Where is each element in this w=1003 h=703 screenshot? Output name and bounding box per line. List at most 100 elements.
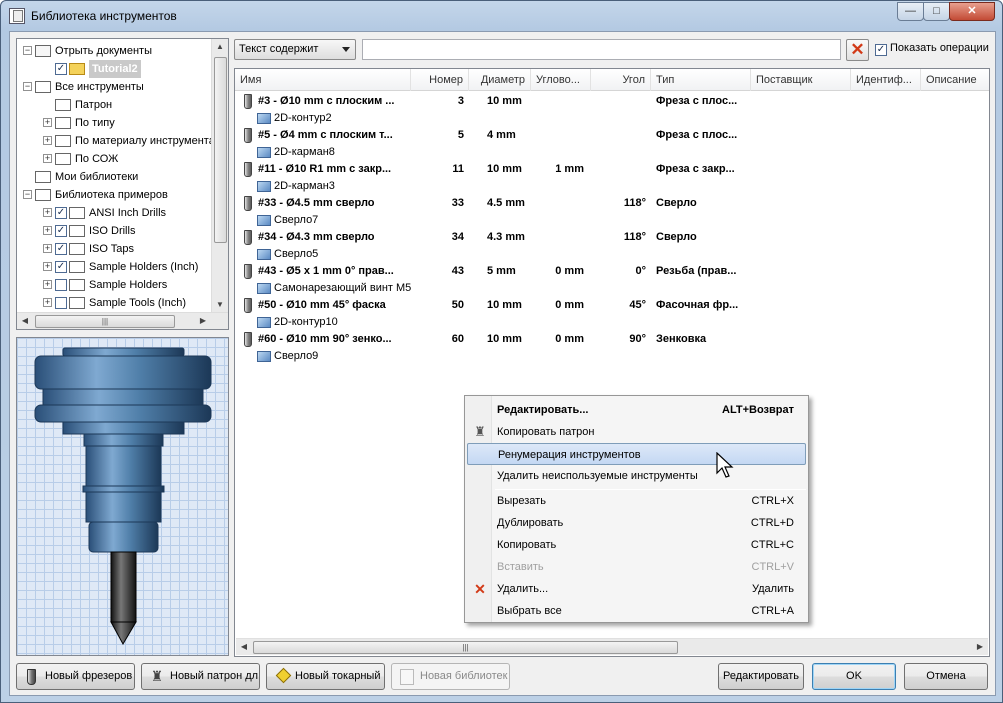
tree-checkbox[interactable] [55,297,67,309]
context-menu[interactable]: Редактировать... ALT+Возврат ♜ Копировать п… [464,395,809,623]
list-horizontal-scrollbar[interactable]: ◀ ||| ▶ [236,638,988,655]
filter-mode-dropdown[interactable]: Текст содержит [234,39,356,60]
tool-row[interactable]: #50 - Ø10 mm 45° фаска 50 10 mm 0 mm 45° Фасо… [235,297,989,314]
menu-item[interactable]: Удалить неиспользуемые инструменты [467,465,806,487]
tool-name-cell: #3 - Ø10 mm с плоским ... [258,95,395,107]
scroll-thumb[interactable] [214,57,227,243]
operation-row[interactable]: Сверло5 [235,246,989,263]
maximize-button[interactable]: □ [923,2,950,21]
cancel-button[interactable]: Отмена [904,663,988,690]
clear-filter-button[interactable]: ✕ [846,39,869,61]
edit-button[interactable]: Редактировать [718,663,804,690]
column-header[interactable]: Поставщик [751,69,851,91]
tree-checkbox[interactable]: ✓ [55,63,67,75]
tree-vertical-scrollbar[interactable]: ▲ ▼ [211,39,228,313]
column-header[interactable]: Диаметр [469,69,531,91]
chevron-down-icon [342,47,350,52]
expand-icon[interactable]: + [43,136,52,145]
tool-row[interactable]: #34 - Ø4.3 mm сверло 34 4.3 mm 118° Сверло [235,229,989,246]
tool-name-cell: #34 - Ø4.3 mm сверло [258,231,375,243]
expand-icon[interactable]: + [43,208,52,217]
scroll-thumb[interactable]: ||| [35,315,175,328]
holder-icon: ♜ [474,424,486,439]
expand-icon[interactable]: + [43,280,52,289]
expand-icon[interactable]: + [43,244,52,253]
scroll-up-icon[interactable]: ▲ [212,39,228,55]
operation-row[interactable]: 2D-карман8 [235,144,989,161]
show-operations-toggle[interactable]: ✓ Показать операции [875,42,989,56]
menu-item[interactable]: Ренумерация инструментов [467,443,806,465]
menu-item[interactable]: ✕ Удалить... Удалить [467,578,806,600]
collapse-icon[interactable]: − [23,46,32,55]
column-header[interactable]: Номер [411,69,469,91]
tool-row[interactable]: #33 - Ø4.5 mm сверло 33 4.5 mm 118° Сверло [235,195,989,212]
close-button[interactable]: ✕ [949,2,995,21]
scroll-left-icon[interactable]: ◀ [236,639,252,655]
operation-row[interactable]: Самонарезающий винт M5 [235,280,989,297]
tool-angle-cell: 0° [635,265,646,277]
tree-checkbox[interactable] [55,279,67,291]
tool-row[interactable]: #43 - Ø5 x 1 mm 0° прав... 43 5 mm 0 mm 0° Ре… [235,263,989,280]
library-tree[interactable]: − Отрыть документы ✓ Tutorial2 − Все инструме… [16,38,229,330]
collapse-icon[interactable]: − [23,190,32,199]
new-holder-button[interactable]: ♜ Новый патрон дл [141,663,260,690]
tool-name-cell: #60 - Ø10 mm 90° зенко... [258,333,392,345]
menu-item-shortcut: CTRL+A [751,605,795,617]
column-header[interactable]: Идентиф... [851,69,921,91]
scroll-right-icon[interactable]: ▶ [195,313,211,329]
tree-checkbox[interactable]: ✓ [55,225,67,237]
minimize-button[interactable]: — [897,2,924,21]
new-turning-tool-button[interactable]: Новый токарный [266,663,385,690]
menu-item[interactable]: ♜ Копировать патрон [467,421,806,443]
column-header[interactable]: Имя [235,69,411,91]
operation-row[interactable]: Сверло9 [235,348,989,365]
menu-item: Вставить CTRL+V [467,556,806,578]
tool-row[interactable]: #60 - Ø10 mm 90° зенко... 60 10 mm 0 mm 90° З… [235,331,989,348]
tool-row[interactable]: #5 - Ø4 mm с плоским т... 5 4 mm Фреза с пл… [235,127,989,144]
expand-icon[interactable]: + [43,154,52,163]
scroll-right-icon[interactable]: ▶ [972,639,988,655]
scroll-down-icon[interactable]: ▼ [212,297,228,313]
column-header[interactable]: Описание [921,69,989,91]
menu-item[interactable]: Копировать CTRL+C [467,534,806,556]
expand-icon[interactable]: + [43,226,52,235]
ok-button[interactable]: OK [812,663,896,690]
filter-mode-value: Текст содержит [239,43,319,55]
menu-item[interactable]: Дублировать CTRL+D [467,512,806,534]
search-input[interactable] [362,39,841,60]
scroll-thumb[interactable]: ||| [253,641,678,654]
tool-number-cell: 43 [451,265,464,277]
operation-row[interactable]: 2D-карман3 [235,178,989,195]
column-header[interactable]: Углово... [531,69,591,91]
operation-icon [257,351,271,362]
column-header[interactable]: Угол [591,69,651,91]
operation-row[interactable]: 2D-контур10 [235,314,989,331]
menu-item-label: Вырезать [497,495,546,507]
tree-checkbox[interactable]: ✓ [55,243,67,255]
expand-icon[interactable]: + [43,298,52,307]
tree-horizontal-scrollbar[interactable]: ◀ ||| ▶ [17,312,228,329]
operation-row[interactable]: Сверло7 [235,212,989,229]
menu-item-shortcut: ALT+Возврат [722,404,794,416]
expand-icon[interactable]: + [43,262,52,271]
tool-row[interactable]: #3 - Ø10 mm с плоским ... 3 10 mm Фреза с п… [235,93,989,110]
collapse-icon[interactable]: − [23,82,32,91]
library-icon [69,243,85,255]
scroll-left-icon[interactable]: ◀ [17,313,33,329]
show-operations-checkbox[interactable]: ✓ [875,44,887,56]
column-header[interactable]: Тип [651,69,751,91]
new-mill-tool-button[interactable]: Новый фрезеров [16,663,135,690]
new-mill-tool-label: Новый фрезеров [45,670,133,682]
library-icon [69,207,85,219]
menu-item[interactable]: Выбрать все CTRL+A [467,600,806,622]
operation-row[interactable]: 2D-контур2 [235,110,989,127]
folder-icon [35,171,51,183]
menu-item[interactable]: Редактировать... ALT+Возврат [467,399,806,421]
tool-row[interactable]: #11 - Ø10 R1 mm с закр... 11 10 mm 1 mm Фрез… [235,161,989,178]
menu-item-label: Дублировать [497,517,564,529]
expand-icon[interactable]: + [43,118,52,127]
tree-checkbox[interactable]: ✓ [55,261,67,273]
menu-item[interactable]: Вырезать CTRL+X [467,490,806,512]
tree-checkbox[interactable]: ✓ [55,207,67,219]
title-bar[interactable]: Библиотека инструментов — □ ✕ [1,1,1002,31]
